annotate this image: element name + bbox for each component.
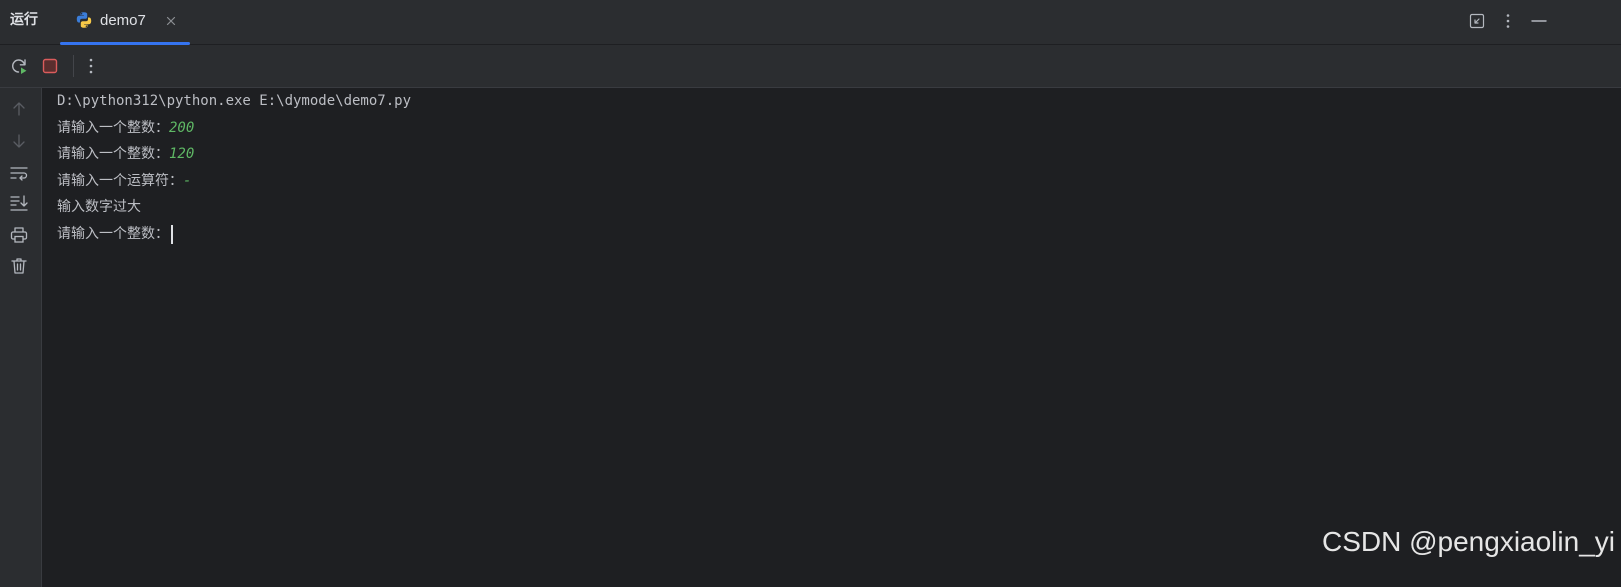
trash-icon[interactable]: [9, 256, 29, 276]
panel-title: 运行: [10, 12, 38, 28]
restore-window-icon[interactable]: [1468, 12, 1486, 30]
console-side-toolbar: [0, 88, 42, 587]
tab-demo7[interactable]: demo7: [60, 0, 190, 45]
console-line: 请输入一个整数：: [57, 222, 173, 246]
prompt-text: 请输入一个运算符：: [57, 173, 183, 189]
console-line: 输入数字过大: [57, 195, 141, 219]
more-vertical-icon[interactable]: [81, 56, 101, 76]
more-vertical-icon[interactable]: [1499, 12, 1517, 30]
close-icon[interactable]: [164, 13, 178, 27]
soft-wrap-icon[interactable]: [9, 163, 29, 183]
text-caret: [171, 224, 173, 244]
console-line: 请输入一个整数：120: [57, 142, 194, 166]
console-output[interactable]: D:\python312\python.exe E:\dymode\demo7.…: [42, 88, 1621, 587]
tool-window-header: 运行 demo7: [0, 0, 1621, 45]
console-line: 请输入一个运算符：-: [57, 169, 191, 193]
arrow-down-icon[interactable]: [9, 131, 29, 151]
run-toolbar: [0, 45, 1621, 88]
rerun-icon[interactable]: [9, 56, 29, 76]
toolbar-separator: [73, 55, 74, 77]
console-line: 请输入一个整数：200: [57, 116, 194, 140]
user-input-text: 120: [169, 146, 195, 162]
output-text: 输入数字过大: [57, 199, 141, 215]
print-icon[interactable]: [9, 225, 29, 245]
user-input-text: -: [183, 173, 192, 189]
prompt-text: 请输入一个整数：: [57, 146, 169, 162]
tab-label: demo7: [100, 12, 146, 29]
scroll-to-end-icon[interactable]: [9, 193, 29, 213]
run-tool-window: 运行 demo7 D:\python312\python.exe E:\dymo…: [0, 0, 1621, 587]
prompt-text: 请输入一个整数：: [57, 120, 169, 136]
arrow-up-icon[interactable]: [9, 99, 29, 119]
python-icon: [75, 11, 93, 29]
command-line: D:\python312\python.exe E:\dymode\demo7.…: [57, 93, 412, 109]
prompt-text: 请输入一个整数：: [57, 226, 169, 242]
stop-icon[interactable]: [40, 56, 60, 76]
user-input-text: 200: [169, 120, 195, 136]
minimize-icon[interactable]: [1530, 12, 1548, 30]
watermark: CSDN @pengxiaolin_yi: [1321, 526, 1615, 557]
